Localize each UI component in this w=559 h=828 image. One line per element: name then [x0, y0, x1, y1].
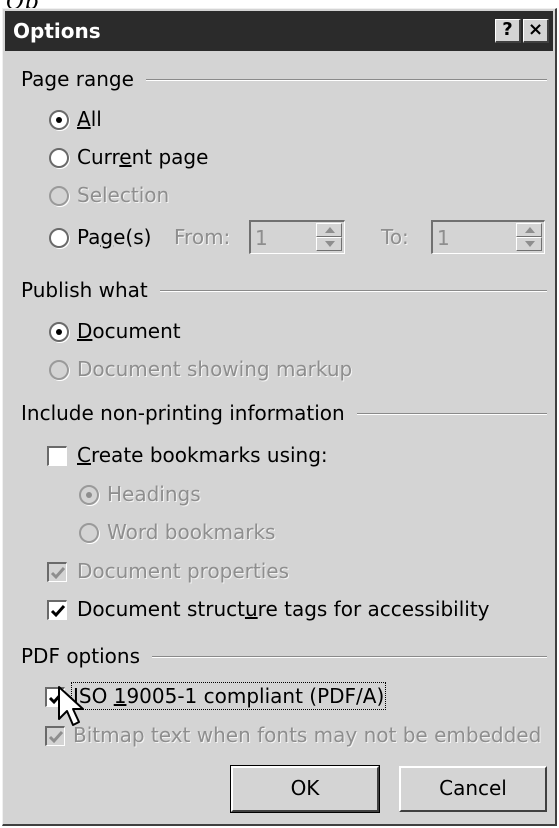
radio-all-label[interactable]: All [77, 107, 102, 131]
radio-current-page-button[interactable] [49, 148, 69, 168]
checkbox-bitmap-label: Bitmap text when fonts may not be embedd… [73, 723, 542, 747]
title-bar: Options ? × [5, 11, 553, 51]
to-label: To: [381, 225, 409, 249]
mouse-pointer-icon [58, 686, 84, 726]
checkbox-document-properties-label: Document properties [77, 559, 290, 583]
checkmark-icon [48, 731, 64, 744]
radio-markup-label: Document showing markup [77, 357, 353, 381]
to-up-arrow-icon[interactable] [516, 223, 542, 237]
radio-selection-button [49, 186, 69, 206]
radio-document-label[interactable]: Document [77, 319, 181, 343]
nonprint-group-label: Include non-printing information [21, 401, 357, 425]
checkbox-create-bookmarks-box[interactable] [47, 446, 67, 466]
from-down-arrow-icon[interactable] [316, 237, 342, 251]
options-dialog: Options ? × Page range All Current page … [2, 8, 557, 826]
from-spinner[interactable]: 1 [249, 220, 345, 254]
help-button[interactable]: ? [495, 19, 521, 43]
checkbox-structure-tags-box[interactable] [47, 600, 67, 620]
radio-current-page-label[interactable]: Current page [77, 145, 208, 169]
checkmark-icon [50, 605, 66, 618]
publish-group-label: Publish what [21, 278, 160, 302]
from-label: From: [174, 225, 231, 249]
checkmark-icon [50, 567, 66, 580]
radio-document-button[interactable] [49, 322, 69, 342]
to-value[interactable]: 1 [437, 226, 450, 250]
radio-all-button[interactable] [49, 110, 69, 130]
close-button[interactable]: × [523, 19, 549, 43]
checkbox-document-properties-box [47, 562, 67, 582]
page-range-group-label: Page range [21, 67, 146, 91]
checkbox-iso-label[interactable]: ISO 19005-1 compliant (PDF/A) [70, 682, 387, 710]
pdf-group-label: PDF options [21, 644, 152, 668]
ok-button[interactable]: OK [230, 765, 380, 813]
checkbox-bitmap-box [45, 726, 65, 746]
from-spinner-arrows[interactable] [316, 223, 342, 251]
dialog-title: Options [13, 19, 101, 43]
cancel-button[interactable]: Cancel [399, 766, 547, 812]
from-value[interactable]: 1 [255, 226, 268, 250]
from-up-arrow-icon[interactable] [316, 223, 342, 237]
radio-selection-label: Selection [77, 183, 170, 207]
to-down-arrow-icon[interactable] [516, 237, 542, 251]
to-spinner-arrows[interactable] [516, 223, 542, 251]
radio-headings-label: Headings [107, 482, 201, 506]
to-spinner[interactable]: 1 [431, 220, 545, 254]
radio-word-bookmarks-label: Word bookmarks [107, 520, 276, 544]
radio-pages-button[interactable] [49, 228, 69, 248]
radio-headings-button [79, 485, 99, 505]
radio-word-bookmarks-button [79, 523, 99, 543]
radio-pages-label[interactable]: Page(s) [77, 225, 151, 249]
checkbox-create-bookmarks-label[interactable]: Create bookmarks using: [77, 443, 328, 467]
checkbox-structure-tags-label[interactable]: Document structure tags for accessibilit… [77, 597, 490, 621]
radio-markup-button [49, 360, 69, 380]
